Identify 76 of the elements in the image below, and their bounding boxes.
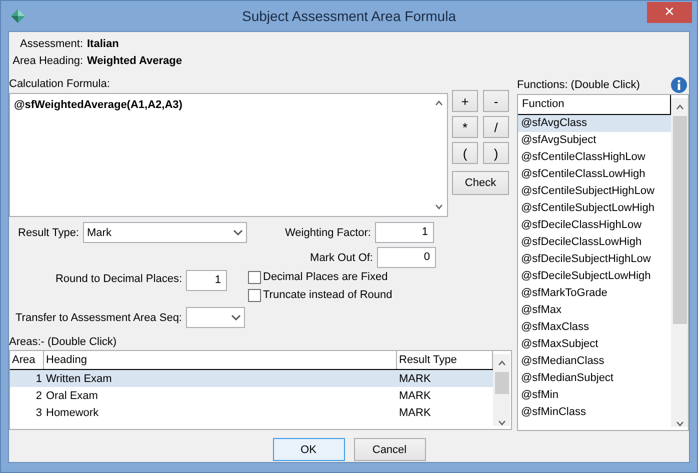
- chevron-up-icon[interactable]: [676, 104, 684, 110]
- function-item[interactable]: @sfCentileSubjectLowHigh: [518, 200, 671, 217]
- function-item[interactable]: @sfDecileSubjectHighLow: [518, 251, 671, 268]
- dialog-button[interactable]: Cancel: [354, 438, 426, 461]
- field-label: Area Heading:: [12, 54, 83, 66]
- formula-text-area[interactable]: @sfWeightedAverage(A1,A2,A3): [9, 93, 448, 217]
- function-item[interactable]: @sfAvgClass: [518, 115, 671, 132]
- field-label: Result Type:: [17, 226, 79, 238]
- function-item[interactable]: @sfMax: [518, 302, 671, 319]
- formula-label: Calculation Formula:: [9, 78, 110, 90]
- chevron-down-icon[interactable]: [676, 421, 684, 427]
- operator-button[interactable]: +: [452, 90, 478, 112]
- chevron-down-icon: [233, 229, 243, 236]
- field-label: Transfer to Assessment Area Seq:: [14, 312, 182, 324]
- table-row[interactable]: 2 Oral Exam MARK: [10, 387, 493, 404]
- result-type-dropdown[interactable]: Mark: [83, 222, 247, 243]
- function-item[interactable]: @sfMedianClass: [518, 353, 671, 370]
- input-field[interactable]: 0: [377, 247, 436, 268]
- table-row[interactable]: 1 Written Exam MARK: [10, 370, 493, 387]
- check-button[interactable]: Check: [452, 171, 509, 195]
- table-cell-text: Written Exam: [45, 372, 113, 384]
- operator-button[interactable]: (: [452, 142, 478, 164]
- operator-button[interactable]: /: [483, 116, 509, 138]
- chevron-down-icon[interactable]: [498, 420, 506, 426]
- dialog-button[interactable]: OK: [272, 438, 344, 461]
- chevron-down-icon: [231, 314, 241, 321]
- functions-label: Functions: (Double Click): [517, 78, 640, 90]
- field-label: Weighting Factor:: [284, 226, 371, 238]
- scrollbar[interactable]: [671, 98, 688, 427]
- function-item[interactable]: @sfMaxClass: [518, 319, 671, 336]
- chevron-down-icon[interactable]: [434, 204, 442, 210]
- checkbox-label: Decimal Places are Fixed: [263, 271, 388, 283]
- function-item[interactable]: @sfMinClass: [518, 404, 671, 421]
- function-item[interactable]: @sfCentileSubjectHighLow: [518, 183, 671, 200]
- function-item[interactable]: @sfMaxSubject: [518, 336, 671, 353]
- areas-label: Areas:- (Double Click): [9, 336, 117, 348]
- column-header[interactable]: Area: [10, 351, 44, 369]
- function-item[interactable]: @sfDecileClassLowHigh: [518, 234, 671, 251]
- field-label: Assessment:: [19, 38, 83, 50]
- operator-button[interactable]: ): [483, 142, 509, 164]
- operator-button[interactable]: *: [452, 116, 478, 138]
- function-item[interactable]: @sfMin: [518, 387, 671, 404]
- chevron-up-icon[interactable]: [434, 100, 442, 106]
- function-item[interactable]: @sfCentileClassHighLow: [518, 149, 671, 166]
- function-item[interactable]: @sfDecileSubjectLowHigh: [518, 268, 671, 285]
- checkbox[interactable]: [248, 288, 261, 302]
- table-cell-text: MARK: [398, 406, 432, 418]
- column-header[interactable]: Heading: [44, 351, 397, 369]
- table-row[interactable]: 3 Homework MARK: [10, 404, 493, 421]
- checkbox-label: Truncate instead of Round: [263, 289, 392, 301]
- field-label: Round to Decimal Places:: [54, 273, 182, 285]
- table-cell-text: 2: [34, 390, 43, 402]
- info-icon[interactable]: [671, 76, 687, 92]
- table-cell-text: Oral Exam: [45, 390, 99, 402]
- function-item[interactable]: @sfDecileClassHighLow: [518, 217, 671, 234]
- function-item[interactable]: @sfMarkToGrade: [518, 285, 671, 302]
- field-value: Weighted Average: [87, 54, 182, 66]
- field-label: Mark Out Of:: [309, 252, 373, 264]
- input-field[interactable]: 1: [375, 222, 434, 243]
- close-button[interactable]: ✕: [647, 2, 692, 22]
- table-cell-text: 1: [34, 372, 43, 384]
- function-item[interactable]: @sfMedianSubject: [518, 370, 671, 387]
- table-cell-text: MARK: [398, 390, 432, 402]
- table-cell-text: 3: [34, 406, 43, 418]
- checkbox[interactable]: [248, 270, 261, 284]
- function-item[interactable]: @sfCentileClassLowHigh: [518, 166, 671, 183]
- operator-button[interactable]: -: [483, 90, 509, 112]
- scrollbar[interactable]: [493, 354, 510, 426]
- input-field[interactable]: 1: [186, 270, 227, 291]
- table-cell-text: Homework: [45, 406, 100, 418]
- field-value: Italian: [87, 38, 119, 50]
- chevron-up-icon[interactable]: [498, 360, 506, 366]
- function-item[interactable]: @sfAvgSubject: [518, 132, 671, 149]
- table-cell-text: MARK: [398, 372, 432, 384]
- window-title: Subject Assessment Area Formula: [242, 8, 456, 24]
- diamond-icon: [10, 8, 26, 24]
